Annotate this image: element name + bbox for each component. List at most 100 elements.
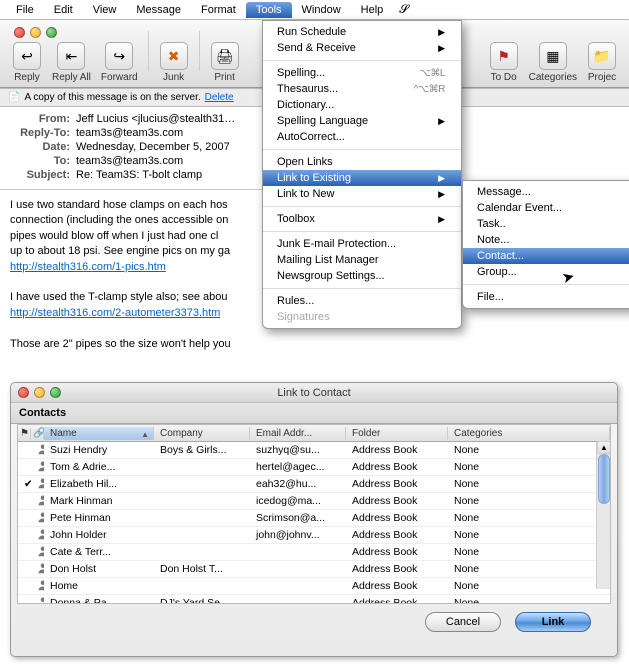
menu-autocorrect[interactable]: AutoCorrect... <box>263 129 461 145</box>
submenu-task[interactable]: Task.. <box>463 216 629 232</box>
submenu-group[interactable]: Group... <box>463 264 629 280</box>
cell-folder: Address Book <box>346 579 448 593</box>
print-icon: 🖨 <box>211 42 239 70</box>
submenu-contact[interactable]: Contact... <box>463 248 629 264</box>
menu-separator <box>263 60 461 61</box>
table-row[interactable]: Pete HinmanScrimson@a...Address BookNone <box>18 510 610 527</box>
submenu-arrow-icon: ▶ <box>438 173 445 184</box>
submenu-note[interactable]: Note... <box>463 232 629 248</box>
body-link[interactable]: http://stealth316.com/1-pics.htm <box>10 261 166 273</box>
cell-email: Scrimson@a... <box>250 511 346 525</box>
table-row[interactable]: Home Address BookNone <box>18 578 610 595</box>
categories-button[interactable]: ▦ Categories <box>525 40 581 85</box>
menu-spelling-language[interactable]: Spelling Language▶ <box>263 113 461 129</box>
scroll-thumb[interactable] <box>598 454 610 504</box>
cell-categories: None <box>448 579 610 593</box>
body-link[interactable]: http://stealth316.com/2-autometer3373.ht… <box>10 307 220 319</box>
paper-icon: 📄 <box>8 92 20 103</box>
table-row[interactable]: Cate & Terr...Address BookNone <box>18 544 610 561</box>
cell-folder: Address Book <box>346 596 448 604</box>
menu-newsgroup-settings[interactable]: Newsgroup Settings... <box>263 268 461 284</box>
toolbar-separator <box>199 31 200 71</box>
menu-format[interactable]: Format <box>191 2 246 18</box>
vertical-scrollbar[interactable]: ▲ <box>596 442 610 589</box>
shortcut: ^⌥⌘R <box>414 84 445 95</box>
menu-link-to-existing[interactable]: Link to Existing▶ <box>263 170 461 186</box>
close-button[interactable] <box>14 27 25 38</box>
reply-all-button[interactable]: ⇤ Reply All <box>48 40 95 85</box>
menu-dictionary[interactable]: Dictionary... <box>263 97 461 113</box>
menu-link-to-new[interactable]: Link to New▶ <box>263 186 461 202</box>
minimize-button[interactable] <box>34 387 45 398</box>
menu-signatures[interactable]: Signatures <box>263 309 461 325</box>
menu-mailing-list[interactable]: Mailing List Manager <box>263 252 461 268</box>
cell-email <box>250 551 346 553</box>
column-categories[interactable]: Categories <box>448 427 610 440</box>
menu-thesaurus[interactable]: Thesaurus...^⌥⌘R <box>263 81 461 97</box>
menu-send-receive[interactable]: Send & Receive▶ <box>263 40 461 56</box>
forward-icon: ↪︎ <box>105 42 133 70</box>
table-row[interactable]: ✔Elizabeth Hil...eah32@hu...Address Book… <box>18 476 610 493</box>
sort-asc-icon: ▲ <box>141 430 149 439</box>
column-name[interactable]: Name▲ <box>44 427 154 440</box>
menu-spelling[interactable]: Spelling...⌥⌘L <box>263 65 461 81</box>
cell-name: Tom & Adrie... <box>44 460 154 474</box>
table-row[interactable]: Mark Hinmanicedog@ma...Address BookNone <box>18 493 610 510</box>
forward-button[interactable]: ↪︎ Forward <box>97 40 142 85</box>
cell-name: Home <box>44 579 154 593</box>
table-row[interactable]: John Holderjohn@johnv...Address BookNone <box>18 527 610 544</box>
menu-message[interactable]: Message <box>126 2 191 18</box>
reply-button[interactable]: ↩︎ Reply <box>8 40 46 85</box>
cell-flag <box>18 466 31 468</box>
close-button[interactable] <box>18 387 29 398</box>
menu-file[interactable]: File <box>6 2 44 18</box>
column-email[interactable]: Email Addr... <box>250 427 346 440</box>
menu-tools[interactable]: Tools <box>246 2 292 18</box>
cell-folder: Address Book <box>346 545 448 559</box>
todo-button[interactable]: ⚑ To Do <box>485 40 523 85</box>
column-folder[interactable]: Folder <box>346 427 448 440</box>
cell-folder: Address Book <box>346 443 448 457</box>
cell-email: eah32@hu... <box>250 477 346 491</box>
cell-folder: Address Book <box>346 528 448 542</box>
submenu-file[interactable]: File... <box>463 289 629 305</box>
menu-open-links[interactable]: Open Links <box>263 154 461 170</box>
menu-view[interactable]: View <box>83 2 127 18</box>
menu-toolbox[interactable]: Toolbox▶ <box>263 211 461 227</box>
junk-button[interactable]: ✖︎ Junk <box>155 40 193 85</box>
projects-button[interactable]: 📁 Projec <box>583 40 621 85</box>
cell-name: Donna & Pa <box>44 596 154 604</box>
reply-all-label: Reply All <box>52 72 91 83</box>
table-row[interactable]: Suzi HendryBoys & Girls...suzhyq@su...Ad… <box>18 442 610 459</box>
menu-junk-protection[interactable]: Junk E-mail Protection... <box>263 236 461 252</box>
menu-separator <box>263 206 461 207</box>
zoom-button[interactable] <box>50 387 61 398</box>
column-flag[interactable]: ⚑ <box>18 428 31 439</box>
menu-run-schedule[interactable]: Run Schedule▶ <box>263 24 461 40</box>
table-row[interactable]: Donna & PaDJ's Yard SeAddress BookNone <box>18 595 610 604</box>
delete-from-server-link[interactable]: Delete <box>205 92 234 103</box>
minimize-button[interactable] <box>30 27 41 38</box>
column-company[interactable]: Company <box>154 427 250 440</box>
link-button[interactable]: Link <box>515 612 591 632</box>
scroll-up-button[interactable]: ▲ <box>597 441 611 454</box>
cancel-button[interactable]: Cancel <box>425 612 501 632</box>
column-link[interactable]: 🔗 <box>31 428 44 439</box>
submenu-calendar-event[interactable]: Calendar Event... <box>463 200 629 216</box>
table-row[interactable]: Don HolstDon Holst T...Address BookNone <box>18 561 610 578</box>
submenu-message[interactable]: Message... <box>463 184 629 200</box>
dialog-buttons: Cancel Link <box>11 604 617 640</box>
cell-company <box>154 483 250 485</box>
script-menu-icon[interactable]: 𝓢 <box>399 2 408 17</box>
table-row[interactable]: Tom & Adrie...hertel@agec...Address Book… <box>18 459 610 476</box>
menu-edit[interactable]: Edit <box>44 2 83 18</box>
menu-rules[interactable]: Rules... <box>263 293 461 309</box>
body-line: up to about 18 psi. See engine pics on m… <box>10 245 230 257</box>
cell-email <box>250 585 346 587</box>
zoom-button[interactable] <box>46 27 57 38</box>
contacts-table: ⚑ 🔗 Name▲ Company Email Addr... Folder C… <box>17 424 611 604</box>
print-button[interactable]: 🖨 Print <box>206 40 244 85</box>
cell-flag <box>18 534 31 536</box>
menu-help[interactable]: Help <box>351 2 394 18</box>
menu-window[interactable]: Window <box>292 2 351 18</box>
